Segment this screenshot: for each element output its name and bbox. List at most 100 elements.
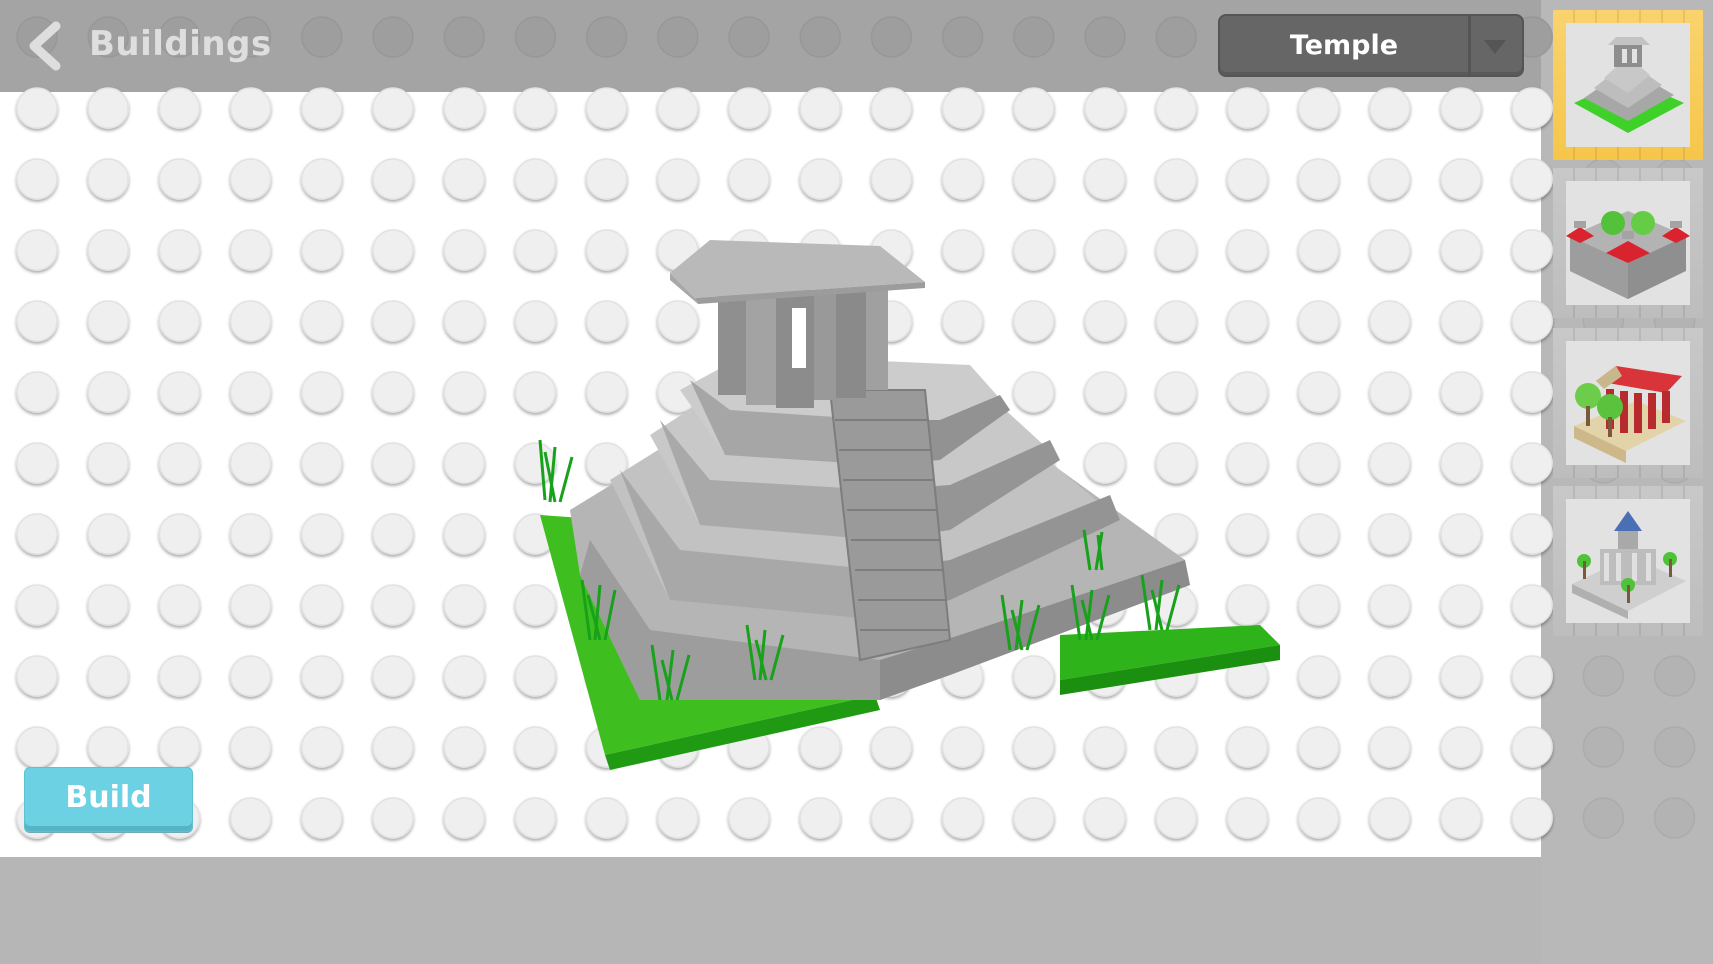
stud <box>1511 300 1553 342</box>
stud <box>1511 87 1553 129</box>
stud <box>229 513 272 555</box>
stud <box>372 229 414 271</box>
stud <box>799 87 841 129</box>
stud <box>585 87 628 129</box>
stud <box>16 584 58 626</box>
stud <box>1297 797 1340 839</box>
stud <box>16 726 58 768</box>
stud <box>16 87 58 129</box>
stud <box>1369 513 1411 555</box>
stud <box>1582 726 1625 768</box>
stud <box>443 158 485 200</box>
stud <box>1226 158 1269 200</box>
stud <box>87 513 129 555</box>
stud <box>301 726 343 768</box>
stud <box>1369 442 1411 484</box>
stud <box>16 300 58 342</box>
stud <box>728 797 770 839</box>
stud <box>301 442 343 484</box>
triangle-down-icon[interactable] <box>1484 40 1506 54</box>
stud <box>87 87 129 129</box>
stud <box>301 655 343 697</box>
stud <box>16 371 58 413</box>
stud <box>16 442 58 484</box>
thumbnail-image <box>1566 341 1690 465</box>
stud <box>1440 442 1482 484</box>
stud <box>1084 158 1126 200</box>
stud <box>1297 371 1340 413</box>
stud <box>229 158 272 200</box>
stud <box>87 229 129 271</box>
stud <box>799 158 841 200</box>
stud <box>443 797 485 839</box>
stud <box>657 797 699 839</box>
stud <box>1155 87 1197 129</box>
thumbnail-palace[interactable] <box>1553 486 1703 636</box>
stud <box>1369 797 1411 839</box>
stud <box>1369 158 1411 200</box>
shrine-column <box>718 290 746 395</box>
stud <box>1013 797 1055 839</box>
stud <box>229 797 272 839</box>
stud <box>1297 513 1340 555</box>
stud <box>1369 726 1411 768</box>
stud <box>1653 726 1696 768</box>
back-button[interactable] <box>22 20 72 72</box>
dropdown-selected-value: Temple <box>1289 30 1399 61</box>
stud <box>1226 797 1269 839</box>
stud <box>87 300 129 342</box>
stud <box>870 797 913 839</box>
stud <box>514 16 557 58</box>
stud <box>1013 87 1055 129</box>
stud <box>229 584 272 626</box>
thumbnail-greek-temple[interactable] <box>1553 328 1703 478</box>
thumbnail-temple[interactable] <box>1553 10 1703 160</box>
building-select-dropdown[interactable]: Temple <box>1218 14 1524 77</box>
stud <box>372 584 414 626</box>
temple-thumbnail-icon <box>1574 37 1684 133</box>
stud <box>1440 726 1482 768</box>
stud <box>301 513 343 555</box>
building-model-preview[interactable] <box>530 240 1290 770</box>
stud <box>87 371 129 413</box>
stud <box>941 797 984 839</box>
stud <box>229 300 272 342</box>
stud <box>1440 797 1482 839</box>
stud <box>16 158 58 200</box>
stud <box>1440 300 1482 342</box>
stud <box>87 726 129 768</box>
stud <box>158 87 201 129</box>
stud <box>728 16 770 58</box>
stud <box>1440 87 1482 129</box>
stud <box>443 229 485 271</box>
stud <box>372 300 414 342</box>
stud <box>229 726 272 768</box>
stud <box>443 371 485 413</box>
stud <box>1582 797 1625 839</box>
stud <box>728 158 770 200</box>
stud <box>443 584 485 626</box>
stud <box>799 797 841 839</box>
stud <box>585 158 628 200</box>
stud <box>158 726 201 768</box>
stud <box>301 16 343 58</box>
stud <box>87 442 129 484</box>
thumbnail-fortress[interactable] <box>1553 168 1703 318</box>
stud <box>443 87 485 129</box>
stud <box>1369 655 1411 697</box>
stud <box>301 371 343 413</box>
stud <box>229 442 272 484</box>
stud <box>443 16 485 58</box>
greek-temple-thumbnail-icon <box>1574 366 1686 463</box>
build-button[interactable]: Build <box>24 767 193 832</box>
stud <box>1511 584 1553 626</box>
stud <box>1511 371 1553 413</box>
stud <box>1440 229 1482 271</box>
stud <box>1369 584 1411 626</box>
stud <box>1653 655 1696 697</box>
stud <box>87 584 129 626</box>
stud <box>1369 87 1411 129</box>
stud <box>1511 229 1553 271</box>
stud <box>1582 655 1625 697</box>
stud <box>1297 442 1340 484</box>
